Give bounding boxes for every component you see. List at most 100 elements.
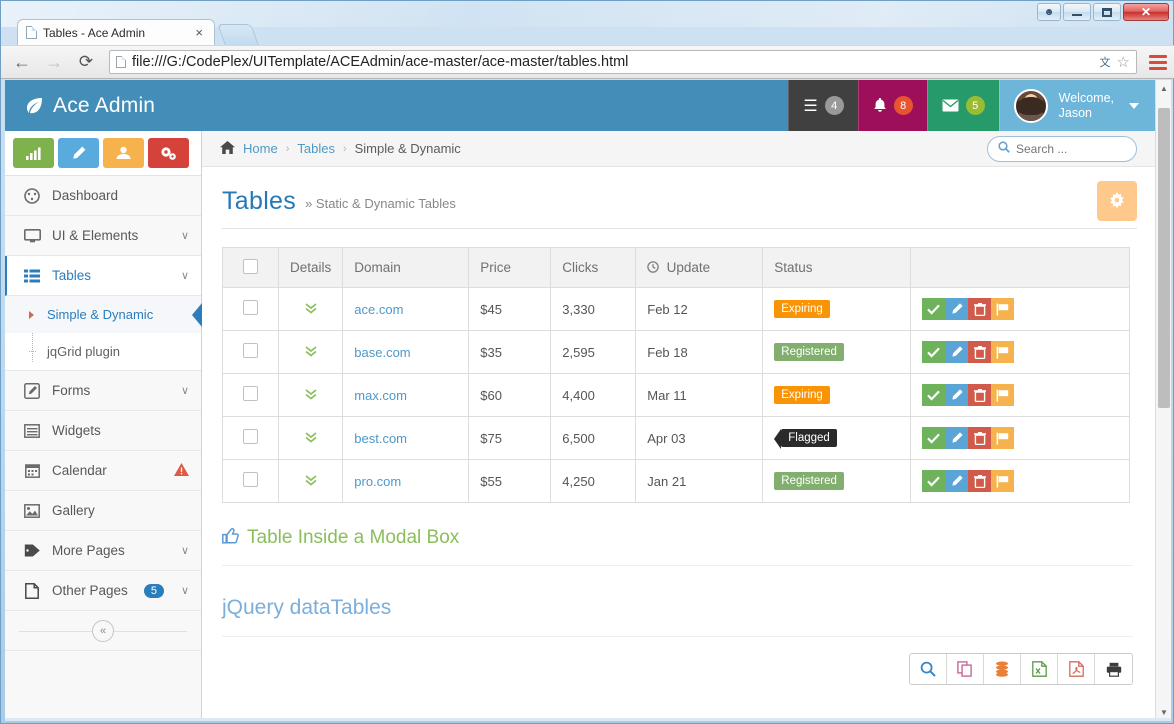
- expand-details-icon[interactable]: [304, 346, 318, 361]
- sidebar-item-more-pages[interactable]: More Pages ∨: [5, 531, 201, 571]
- sidebar-item-calendar[interactable]: Calendar: [5, 451, 201, 491]
- users-shortcut[interactable]: [103, 138, 144, 168]
- sidebar-item-forms[interactable]: Forms ∨: [5, 371, 201, 411]
- settings-shortcut[interactable]: [148, 138, 189, 168]
- flag-button[interactable]: [991, 384, 1014, 406]
- modal-box-title[interactable]: Table Inside a Modal Box: [247, 527, 459, 549]
- row-details-cell[interactable]: [279, 331, 343, 374]
- approve-button[interactable]: [922, 427, 945, 449]
- breadcrumb-tables-link[interactable]: Tables: [297, 141, 335, 156]
- app-brand[interactable]: Ace Admin: [5, 94, 205, 118]
- delete-button[interactable]: [968, 298, 991, 320]
- table-row[interactable]: max.com$604,400Mar 11Expiring: [223, 374, 1130, 417]
- reload-button[interactable]: ⟳: [73, 49, 99, 75]
- row-checkbox[interactable]: [243, 472, 258, 487]
- sidebar-item-jqgrid-plugin[interactable]: jqGrid plugin: [5, 333, 201, 370]
- domain-link[interactable]: best.com: [354, 431, 407, 446]
- forward-button[interactable]: →: [41, 49, 67, 75]
- new-tab-button[interactable]: [217, 24, 259, 45]
- approve-button[interactable]: [922, 470, 945, 492]
- domain-link[interactable]: base.com: [354, 345, 410, 360]
- back-button[interactable]: ←: [9, 49, 35, 75]
- sidebar-collapse-toggle[interactable]: «: [5, 611, 201, 651]
- browser-menu-icon[interactable]: [1149, 55, 1167, 70]
- th-price[interactable]: Price: [469, 248, 551, 288]
- sidebar-item-ui-elements[interactable]: UI & Elements ∨: [5, 216, 201, 256]
- search-input[interactable]: [1016, 142, 1126, 156]
- page-scrollbar[interactable]: ▲ ▼: [1155, 80, 1171, 721]
- th-status[interactable]: Status: [763, 248, 911, 288]
- expand-details-icon[interactable]: [304, 432, 318, 447]
- flag-button[interactable]: [991, 341, 1014, 363]
- excel-tool-icon[interactable]: [1021, 654, 1058, 684]
- row-details-cell[interactable]: [279, 288, 343, 331]
- bookmark-star-icon[interactable]: ☆: [1117, 53, 1130, 71]
- database-tool-icon[interactable]: [984, 654, 1021, 684]
- row-checkbox[interactable]: [243, 300, 258, 315]
- flag-button[interactable]: [991, 470, 1014, 492]
- chart-shortcut[interactable]: [13, 138, 54, 168]
- row-checkbox[interactable]: [243, 429, 258, 444]
- th-clicks[interactable]: Clicks: [551, 248, 636, 288]
- expand-details-icon[interactable]: [304, 303, 318, 318]
- navbar-tasks[interactable]: ☰ 4: [788, 80, 857, 131]
- browser-tab[interactable]: Tables - Ace Admin ×: [17, 19, 215, 45]
- delete-button[interactable]: [968, 470, 991, 492]
- copy-tool-icon[interactable]: [947, 654, 984, 684]
- domain-link[interactable]: ace.com: [354, 302, 403, 317]
- th-details[interactable]: Details: [279, 248, 343, 288]
- edit-button[interactable]: [945, 298, 968, 320]
- breadcrumb-home-link[interactable]: Home: [243, 141, 278, 156]
- flag-button[interactable]: [991, 427, 1014, 449]
- expand-details-icon[interactable]: [304, 389, 318, 404]
- delete-button[interactable]: [968, 427, 991, 449]
- row-checkbox[interactable]: [243, 343, 258, 358]
- sidebar-item-gallery[interactable]: Gallery: [5, 491, 201, 531]
- sidebar-item-dashboard[interactable]: Dashboard: [5, 176, 201, 216]
- search-tool-icon[interactable]: [910, 654, 947, 684]
- expand-details-icon[interactable]: [304, 475, 318, 490]
- row-details-cell[interactable]: [279, 417, 343, 460]
- navbar-messages[interactable]: 5: [927, 80, 999, 131]
- flag-button[interactable]: [991, 298, 1014, 320]
- search-box[interactable]: [987, 136, 1137, 162]
- navbar-notifications[interactable]: 8: [858, 80, 927, 131]
- domain-link[interactable]: max.com: [354, 388, 407, 403]
- sidebar-subitem-label: jqGrid plugin: [47, 344, 120, 359]
- delete-button[interactable]: [968, 384, 991, 406]
- delete-button[interactable]: [968, 341, 991, 363]
- approve-button[interactable]: [922, 341, 945, 363]
- table-row[interactable]: ace.com$453,330Feb 12Expiring: [223, 288, 1130, 331]
- address-bar[interactable]: file:///G:/CodePlex/UITemplate/ACEAdmin/…: [109, 50, 1137, 74]
- edit-button[interactable]: [945, 341, 968, 363]
- th-update[interactable]: Update: [636, 248, 763, 288]
- row-checkbox[interactable]: [243, 386, 258, 401]
- th-domain[interactable]: Domain: [343, 248, 469, 288]
- settings-button[interactable]: [1097, 181, 1137, 221]
- table-row[interactable]: pro.com$554,250Jan 21Registered: [223, 460, 1130, 503]
- table-row[interactable]: base.com$352,595Feb 18Registered: [223, 331, 1130, 374]
- table-row[interactable]: best.com$756,500Apr 03Flagged: [223, 417, 1130, 460]
- edit-button[interactable]: [945, 470, 968, 492]
- tab-close-icon[interactable]: ×: [192, 25, 206, 40]
- sidebar-item-simple-dynamic[interactable]: Simple & Dynamic: [5, 296, 201, 333]
- row-details-cell[interactable]: [279, 374, 343, 417]
- select-all-checkbox[interactable]: [243, 259, 258, 274]
- row-details-cell[interactable]: [279, 460, 343, 503]
- edit-button[interactable]: [945, 384, 968, 406]
- navbar-user-menu[interactable]: Welcome, Jason: [999, 80, 1155, 131]
- scrollbar-thumb[interactable]: [1158, 108, 1170, 408]
- translate-icon[interactable]: 文: [1100, 54, 1111, 70]
- domain-link[interactable]: pro.com: [354, 474, 401, 489]
- edit-button[interactable]: [945, 427, 968, 449]
- sidebar-item-widgets[interactable]: Widgets: [5, 411, 201, 451]
- approve-button[interactable]: [922, 384, 945, 406]
- breadcrumb-separator: ›: [286, 143, 290, 155]
- edit-shortcut[interactable]: [58, 138, 99, 168]
- sidebar-item-tables[interactable]: Tables ∨: [5, 256, 201, 296]
- sidebar-item-other-pages[interactable]: Other Pages 5 ∨: [5, 571, 201, 611]
- print-tool-icon[interactable]: [1095, 654, 1132, 684]
- approve-button[interactable]: [922, 298, 945, 320]
- pdf-tool-icon[interactable]: [1058, 654, 1095, 684]
- scroll-up-arrow-icon[interactable]: ▲: [1156, 80, 1171, 97]
